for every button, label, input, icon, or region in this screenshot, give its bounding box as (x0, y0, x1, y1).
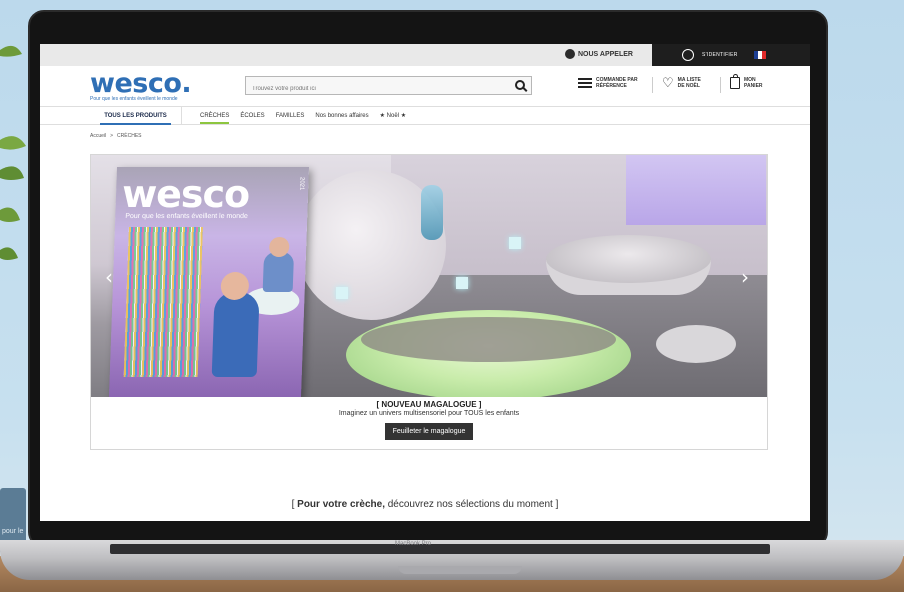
hero-subtitle: Imaginez un univers multisensoriel pour … (338, 410, 520, 417)
magalogue-cover[interactable]: wesco 2021 Pour que les enfants éveillen… (108, 167, 310, 397)
divider (720, 77, 721, 93)
hero-banner: wesco 2021 Pour que les enfants éveillen… (90, 154, 768, 450)
call-us-link[interactable]: NOUS APPELER (565, 49, 633, 59)
logo-wordmark: wesco. (90, 68, 192, 99)
nav-item-creches[interactable]: CRÈCHES (200, 107, 230, 124)
magalogue-logo: wesco (121, 172, 250, 216)
account-label: S'IDENTIFIER (702, 52, 738, 58)
keyboard-strip (110, 544, 770, 554)
user-icon (682, 49, 694, 61)
section-heading: [ Pour votre crèche, découvrez nos sélec… (40, 499, 810, 510)
heart-icon: ♡ (662, 75, 674, 90)
order-by-reference-label: COMMANDE PAR RÉFÉRENCE (596, 77, 638, 89)
cart-label: MON PANIER (744, 77, 763, 89)
christmas-list-label: MA LISTE DE NOËL (677, 77, 701, 89)
hero-image[interactable]: wesco 2021 Pour que les enfants éveillen… (91, 155, 767, 397)
shopping-bag-icon (730, 74, 740, 89)
browse-magalogue-button[interactable]: Feuilleter le magalogue (384, 423, 474, 440)
child-figure (262, 252, 295, 292)
order-by-reference-button[interactable]: COMMANDE PAR RÉFÉRENCE (578, 77, 642, 89)
nav-item-familles[interactable]: FAMILLES (276, 107, 305, 124)
divider (652, 77, 653, 93)
search-icon[interactable] (515, 80, 525, 90)
child-figure (211, 292, 260, 377)
list-icon (578, 78, 592, 88)
fiber-curtain (123, 227, 203, 377)
breadcrumb-current: CRÈCHES (117, 133, 142, 139)
laptop-screen: NOUS APPELER S'IDENTIFIER wesco. Pour qu… (40, 44, 810, 521)
light-cube (456, 277, 468, 289)
main-nav: TOUS LES PRODUITS CRÈCHES ÉCOLES FAMILLE… (40, 106, 810, 125)
hero-caption: [ NOUVEAU MAGALOGUE ] Imaginez un univer… (91, 397, 767, 449)
nav-all-products[interactable]: TOUS LES PRODUITS (90, 107, 182, 125)
phone-icon (565, 49, 575, 59)
nav-item-bonnes-affaires[interactable]: Nos bonnes affaires (315, 107, 368, 124)
bubble-tube (421, 185, 443, 240)
nav-item-ecoles[interactable]: ÉCOLES (240, 107, 264, 124)
wesco-logo[interactable]: wesco. Pour que les enfants éveillent le… (90, 68, 192, 102)
call-us-label: NOUS APPELER (578, 50, 633, 58)
nav-items: CRÈCHES ÉCOLES FAMILLES Nos bonnes affai… (200, 107, 406, 124)
hero-title: [ NOUVEAU MAGALOGUE ] (376, 400, 482, 409)
table-top (361, 317, 616, 362)
keyboard-label: MacBook Pro (395, 541, 432, 547)
magalogue-year: 2021 (298, 177, 305, 191)
window-light (626, 155, 766, 225)
chevron-left-icon[interactable]: ‹ (105, 265, 113, 289)
plant-leaves (0, 45, 26, 260)
section-heading-rest: découvrez nos sélections du moment ] (384, 499, 559, 510)
nav-item-noel[interactable]: ★ Noël ★ (380, 107, 406, 124)
utility-bar: NOUS APPELER S'IDENTIFIER (40, 44, 810, 66)
round-seat (656, 325, 736, 363)
breadcrumb: Accueil > CRÈCHES (90, 133, 142, 139)
breadcrumb-home[interactable]: Accueil (90, 133, 106, 139)
light-cube (509, 237, 521, 249)
search-input[interactable] (246, 80, 496, 98)
magalogue-tagline: Pour que les enfants éveillent le monde (125, 213, 249, 220)
chevron-right-icon[interactable]: › (741, 265, 749, 289)
base-notch (398, 566, 522, 574)
round-bench (546, 235, 711, 283)
breadcrumb-separator: > (110, 133, 114, 139)
christmas-list-button[interactable]: ♡ MA LISTE DE NOËL (662, 75, 708, 90)
light-cube (336, 287, 348, 299)
account-link[interactable]: S'IDENTIFIER (652, 44, 810, 66)
french-flag-icon[interactable] (753, 51, 766, 59)
cart-button[interactable]: MON PANIER (730, 74, 774, 89)
site-header: wesco. Pour que les enfants éveillent le… (40, 66, 810, 106)
logo-tagline: Pour que les enfants éveillent le monde (90, 96, 178, 102)
section-heading-bold: Pour votre crèche, (297, 499, 385, 510)
search-bar (245, 76, 532, 98)
